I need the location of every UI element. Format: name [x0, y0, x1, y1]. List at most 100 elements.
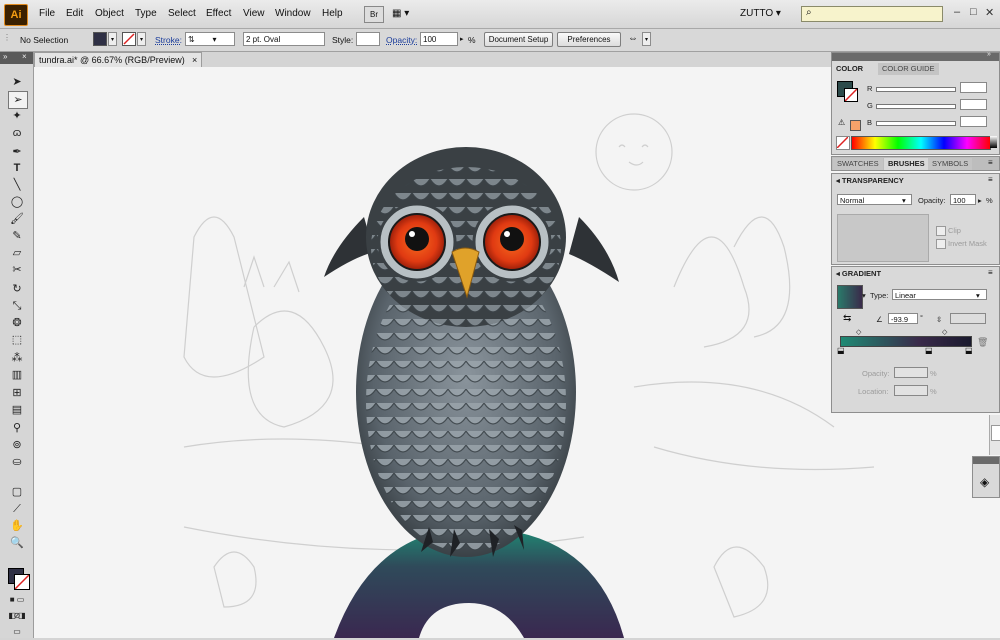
collapse-icon[interactable]: »: [987, 51, 991, 58]
aspect-ratio-field[interactable]: [950, 313, 986, 324]
menu-object[interactable]: Object: [95, 8, 124, 19]
gradient-type-select[interactable]: Linear ▾: [892, 289, 987, 300]
gradient-stop-icon[interactable]: ⬓: [925, 346, 933, 355]
gradient-slider[interactable]: [840, 336, 972, 347]
channel-b-field[interactable]: [960, 116, 987, 127]
delete-stop-icon[interactable]: 🗑: [977, 337, 988, 348]
gradient-angle-field[interactable]: -93.9: [888, 313, 918, 324]
brush-definition-field[interactable]: 2 pt. Oval: [243, 32, 325, 46]
panel-close-icon[interactable]: ×: [22, 52, 27, 61]
stroke-label[interactable]: Stroke:: [155, 35, 182, 45]
panel-menu-icon[interactable]: ≡: [988, 175, 993, 184]
line-icon[interactable]: ╲: [8, 177, 26, 193]
free-transform-icon[interactable]: ⬚: [8, 332, 26, 348]
direct-selection-icon[interactable]: ➢: [8, 91, 28, 109]
scale-icon[interactable]: ⤡: [8, 298, 26, 314]
gradient-location-field[interactable]: [894, 385, 928, 396]
out-of-gamut-icon[interactable]: ⚠: [838, 118, 845, 127]
stroke-swatch[interactable]: [122, 32, 136, 46]
artboard-icon[interactable]: ▢: [8, 484, 26, 500]
eyedropper-icon[interactable]: ⚲: [8, 420, 26, 436]
hand-icon[interactable]: ✋: [8, 518, 26, 534]
pen-icon[interactable]: ✒: [8, 144, 26, 160]
color-mode-icons[interactable]: ■ ▭ ⊘: [8, 592, 26, 620]
tab-symbols[interactable]: SYMBOLS: [928, 158, 973, 170]
channel-b-slider[interactable]: [876, 121, 956, 126]
fill-swatch[interactable]: [93, 32, 107, 46]
stroke-color-box[interactable]: [14, 574, 30, 590]
ellipse-icon[interactable]: ◯: [8, 194, 26, 210]
arrange-documents-button[interactable]: ▦ ▾: [392, 6, 420, 21]
gradient-thumbnail-dropdown-icon[interactable]: ▾: [862, 291, 866, 300]
gradient-title[interactable]: ◂ GRADIENT: [832, 268, 885, 280]
panel-dock-header[interactable]: »: [832, 51, 999, 61]
panel-dock-header[interactable]: [973, 457, 999, 464]
selection-icon[interactable]: ➤: [8, 74, 26, 90]
tab-brushes[interactable]: BRUSHES: [884, 158, 929, 170]
reverse-gradient-icon[interactable]: ⇆: [843, 313, 851, 324]
preferences-button[interactable]: Preferences: [557, 32, 621, 47]
symbol-sprayer-icon[interactable]: ⁂: [8, 350, 26, 366]
workspace-switcher[interactable]: ZUTTO ▾: [740, 8, 781, 19]
collapse-icon[interactable]: »: [3, 52, 7, 61]
zoom-icon[interactable]: 🔍: [8, 535, 26, 551]
invert-mask-checkbox[interactable]: [936, 239, 946, 249]
document-close-icon[interactable]: ×: [192, 53, 197, 68]
lasso-icon[interactable]: ɷ: [8, 125, 26, 141]
pencil-icon[interactable]: ✎: [8, 228, 26, 244]
draw-mode-icons[interactable]: ◧ ◨: [8, 608, 26, 624]
magic-wand-icon[interactable]: ✦: [8, 108, 26, 124]
midpoint-diamond-icon[interactable]: ◇: [856, 328, 861, 336]
document-tab[interactable]: tundra.ai* @ 66.67% (RGB/Preview) ×: [34, 52, 202, 67]
eraser-icon[interactable]: ▱: [8, 245, 26, 261]
tools-panel-header[interactable]: » ×: [0, 52, 33, 64]
rotate-icon[interactable]: ↻: [8, 281, 26, 297]
panel-menu-icon[interactable]: ≡: [988, 268, 993, 277]
mesh-icon[interactable]: ⊞: [8, 385, 26, 401]
layers-icon[interactable]: ◈: [980, 475, 989, 489]
menu-type[interactable]: Type: [135, 8, 157, 19]
type-icon[interactable]: T: [8, 160, 26, 176]
search-input[interactable]: ⌕: [801, 6, 943, 22]
opacity-dropdown-icon[interactable]: ▸: [460, 35, 464, 43]
transparency-opacity-stepper-icon[interactable]: ▸: [978, 196, 982, 205]
tab-color[interactable]: COLOR: [832, 63, 867, 75]
minimize-icon[interactable]: –: [954, 6, 960, 18]
panel-menu-icon[interactable]: ≡: [988, 158, 993, 167]
channel-r-slider[interactable]: [876, 87, 956, 92]
color-stroke-box[interactable]: [844, 88, 858, 102]
midpoint-diamond-icon[interactable]: ◇: [942, 328, 947, 336]
style-swatch[interactable]: [356, 32, 380, 46]
gradient-stop-icon[interactable]: ⬓: [965, 346, 973, 355]
menu-select[interactable]: Select: [168, 8, 196, 19]
tab-color-guide[interactable]: COLOR GUIDE: [878, 63, 939, 75]
transparency-title[interactable]: ◂ TRANSPARENCY: [832, 175, 908, 187]
gradient-stop-icon[interactable]: ⬓: [837, 346, 845, 355]
maximize-icon[interactable]: □: [970, 6, 977, 18]
menu-file[interactable]: File: [39, 8, 55, 19]
stroke-dropdown[interactable]: ▾: [137, 32, 146, 46]
bridge-button[interactable]: Br: [364, 6, 384, 23]
channel-r-field[interactable]: [960, 82, 987, 93]
tab-swatches[interactable]: SWATCHES: [833, 158, 883, 170]
scissors-icon[interactable]: ✂: [8, 262, 26, 278]
menu-help[interactable]: Help: [322, 8, 343, 19]
graph-icon[interactable]: ▥: [8, 367, 26, 383]
mask-thumbnail[interactable]: [837, 214, 929, 262]
none-color-icon[interactable]: [836, 136, 850, 150]
close-icon[interactable]: ✕: [985, 6, 994, 19]
scrollbar-thumb[interactable]: [991, 425, 1000, 441]
opacity-label[interactable]: Opacity:: [386, 35, 417, 45]
gradient-icon[interactable]: ▤: [8, 402, 26, 418]
document-setup-button[interactable]: Document Setup: [484, 32, 553, 47]
slice-icon[interactable]: ⟋: [8, 501, 26, 517]
channel-g-field[interactable]: [960, 99, 987, 110]
color-spectrum[interactable]: [851, 136, 991, 150]
stroke-weight-field[interactable]: ⇅ ▾: [185, 32, 235, 46]
control-panel-menu-button[interactable]: ▾: [642, 32, 651, 46]
blend-mode-select[interactable]: Normal ▾: [837, 194, 912, 205]
fill-dropdown[interactable]: ▾: [108, 32, 117, 46]
clip-checkbox[interactable]: [936, 226, 946, 236]
menu-edit[interactable]: Edit: [66, 8, 83, 19]
gradient-thumbnail[interactable]: [837, 285, 863, 309]
